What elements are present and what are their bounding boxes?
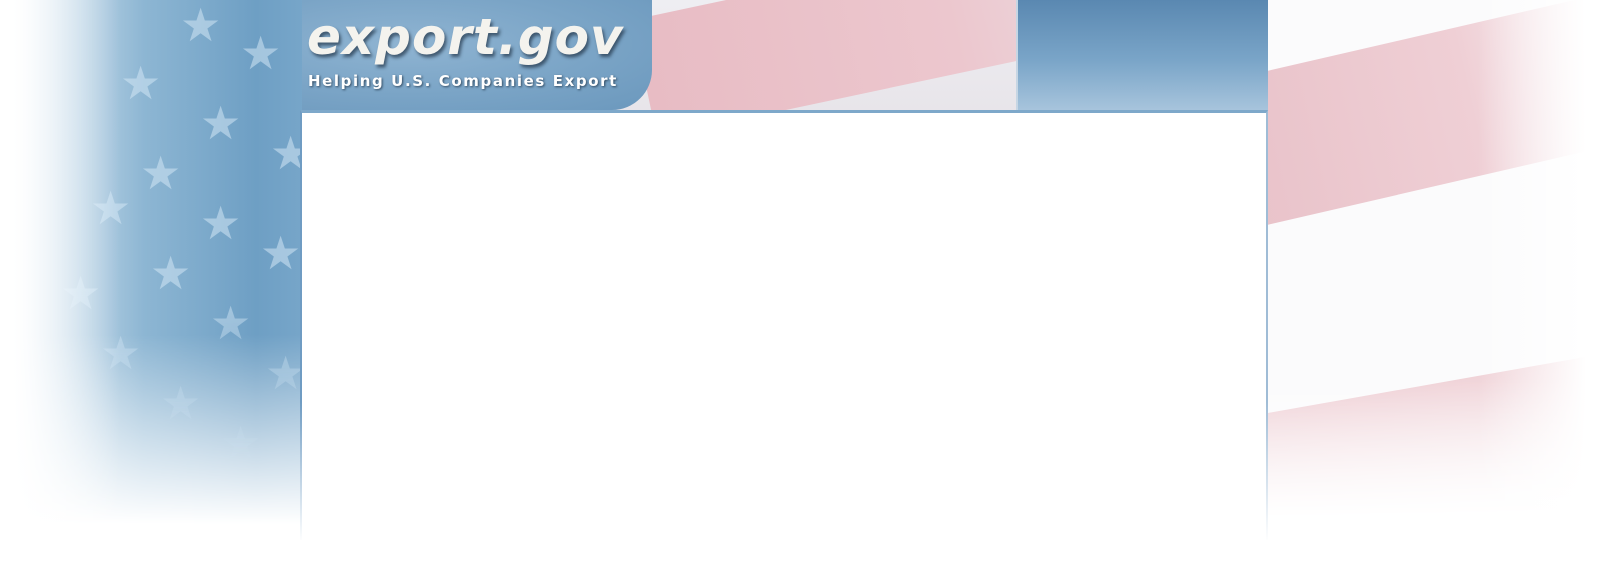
star-icon: ★	[200, 96, 242, 150]
star-icon: ★	[240, 26, 282, 80]
right-fade-overlay	[1478, 0, 1598, 582]
site-logo[interactable]: export.gov Helping U.S. Companies Export	[302, 0, 652, 110]
star-icon: ★	[220, 416, 262, 470]
site-tagline: Helping U.S. Companies Export	[308, 72, 618, 90]
left-fade-overlay	[0, 0, 120, 582]
star-icon: ★	[210, 296, 252, 350]
star-icon: ★	[150, 246, 192, 300]
site-title: export.gov	[307, 8, 624, 66]
site-header: export.gov Helping U.S. Companies Export	[302, 0, 1268, 110]
star-icon: ★	[120, 56, 162, 110]
header-side-panel	[1016, 0, 1268, 110]
star-icon: ★	[160, 376, 202, 430]
main-content-area	[300, 110, 1268, 542]
star-icon: ★	[140, 146, 182, 200]
star-icon: ★	[260, 226, 302, 280]
star-icon: ★	[200, 196, 242, 250]
star-icon: ★	[180, 0, 222, 52]
page: ★ ★ ★ ★ ★ ★ ★ ★ ★ ★ ★ ★ ★ ★ ★ ★ export.g…	[0, 0, 1598, 582]
